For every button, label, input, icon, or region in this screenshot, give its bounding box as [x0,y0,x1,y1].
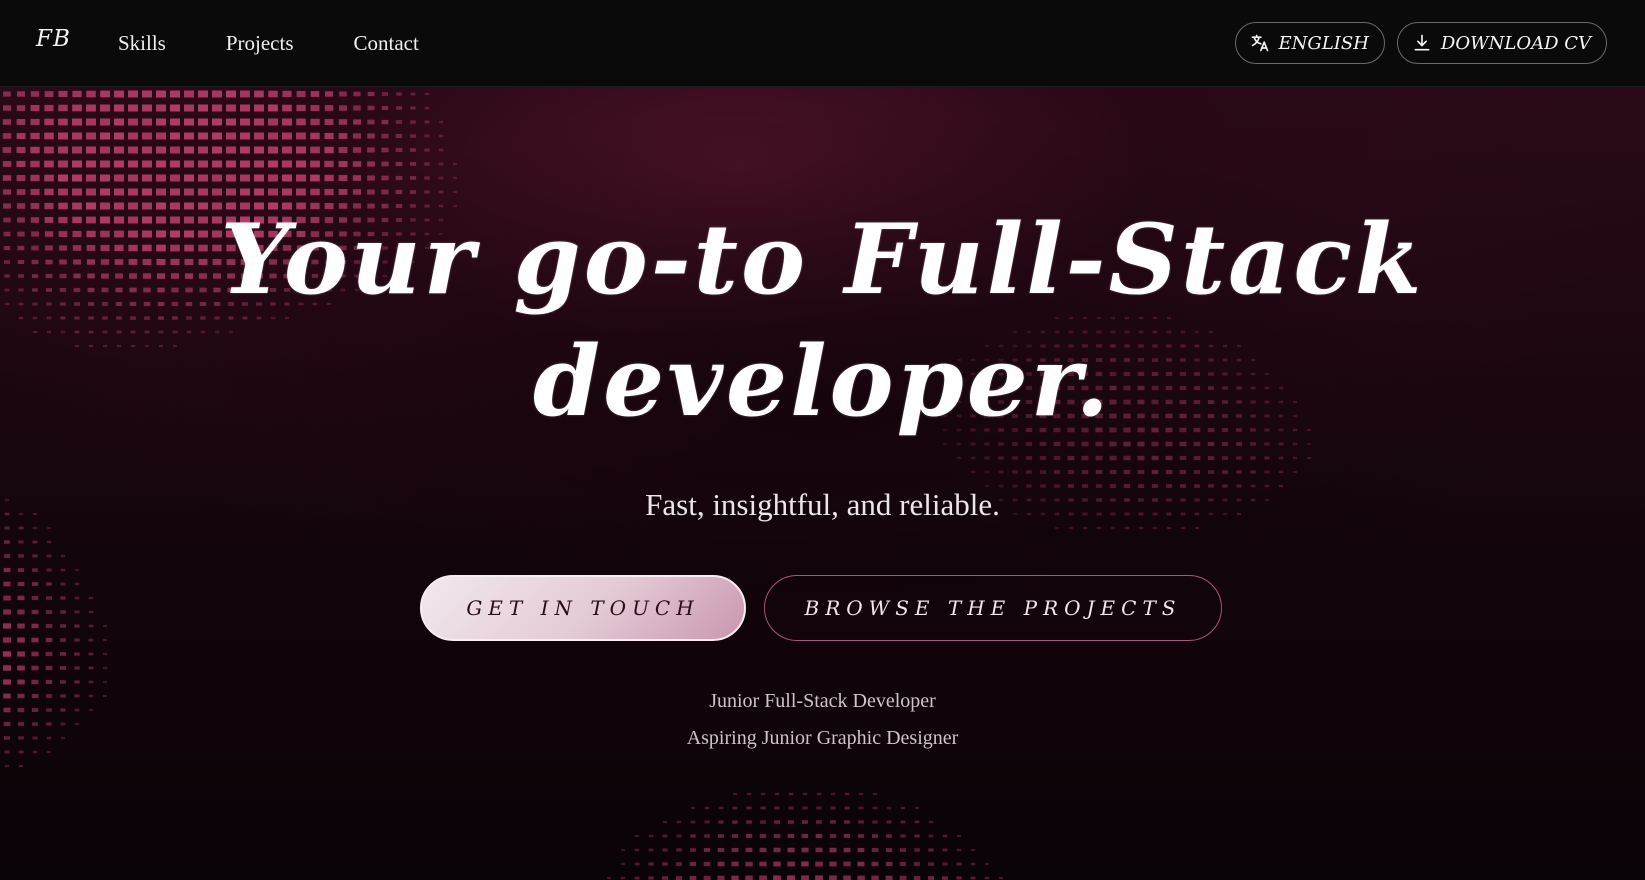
get-in-touch-button[interactable]: GET IN TOUCH [420,575,746,641]
nav-link-contact[interactable]: Contact [354,31,419,56]
cta-row: GET IN TOUCH BROWSE THE PROJECTS [420,575,1222,641]
hero-headline: Your go-to Full-Stack developer. [0,199,1645,443]
headline-line-2: developer. [533,325,1112,438]
language-button[interactable]: ENGLISH [1234,22,1385,64]
hero-section: Your go-to Full-Stack developer. Fast, i… [0,87,1645,880]
logo[interactable]: FB [36,26,71,52]
top-nav: FB Skills Projects Contact ENGLISH DOWNL… [0,0,1645,87]
nav-actions: ENGLISH DOWNLOAD CV [1234,22,1607,64]
headline-line-1: Your go-to Full-Stack [220,203,1425,316]
language-label: ENGLISH [1278,32,1369,54]
translate-icon [1251,34,1268,52]
nav-links: Skills Projects Contact [118,31,419,56]
download-cv-label: DOWNLOAD CV [1440,32,1591,54]
role-line-2: Aspiring Junior Graphic Designer [686,727,959,749]
browse-projects-button[interactable]: BROWSE THE PROJECTS [764,575,1222,641]
nav-link-skills[interactable]: Skills [118,31,166,56]
hero-subtitle: Fast, insightful, and reliable. [645,487,1000,522]
download-icon [1414,34,1430,51]
nav-link-projects[interactable]: Projects [226,31,294,56]
download-cv-button[interactable]: DOWNLOAD CV [1396,22,1607,64]
role-line-1: Junior Full-Stack Developer [709,690,936,712]
